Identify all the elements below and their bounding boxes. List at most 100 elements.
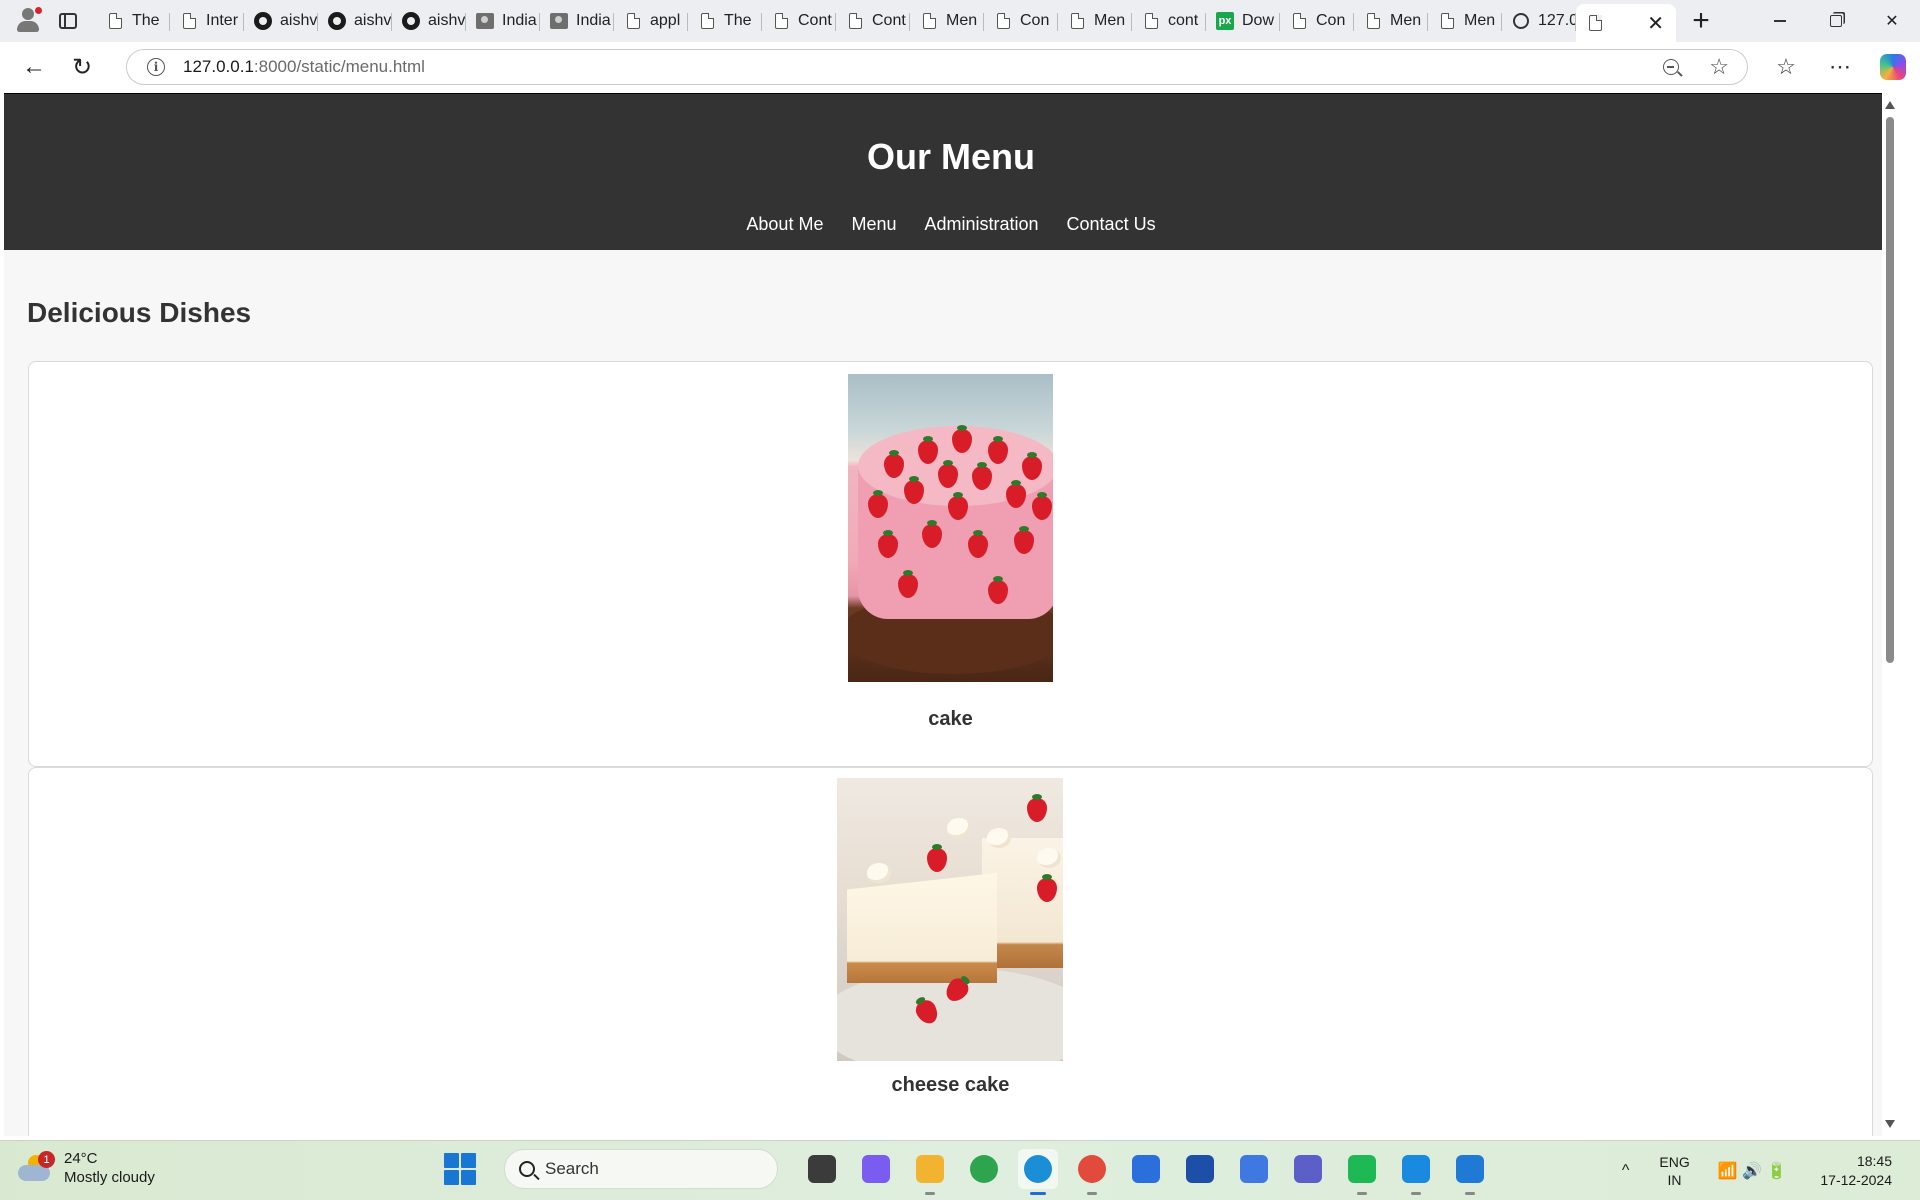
- browser-tab-active[interactable]: ✕: [1576, 4, 1676, 42]
- url-text[interactable]: 127.0.0.1:8000/static/menu.html: [183, 57, 425, 77]
- chrome-app-icon[interactable]: [1072, 1149, 1112, 1195]
- image-favicon-icon: [550, 12, 568, 30]
- spotify-app-icon[interactable]: [1342, 1149, 1382, 1195]
- doc-favicon-icon: [994, 12, 1012, 30]
- github-favicon-icon: [328, 12, 346, 30]
- restore-button[interactable]: [1808, 0, 1864, 42]
- doc-favicon-icon: [1142, 12, 1160, 30]
- tab-title: aishv: [428, 12, 466, 29]
- taskbar: 1 24°C Mostly cloudy Search ^ ENG IN 📶 🔊…: [0, 1140, 1920, 1200]
- browser-tab[interactable]: aishv: [318, 4, 392, 38]
- doc-favicon-icon: [1068, 12, 1086, 30]
- nav-link-contact-us[interactable]: Contact Us: [1067, 214, 1156, 235]
- tab-title: Men: [1464, 12, 1496, 29]
- copilot-icon[interactable]: [1880, 54, 1906, 80]
- favorites-icon[interactable]: ☆: [1772, 54, 1800, 80]
- weather-description: Mostly cloudy: [64, 1169, 155, 1186]
- page-viewport: Our Menu About Me Menu Administration Co…: [4, 93, 1898, 1136]
- close-tab-icon[interactable]: ✕: [1647, 11, 1664, 36]
- browser-tab[interactable]: The: [96, 4, 170, 38]
- tab-title: Dow: [1242, 12, 1275, 29]
- address-bar[interactable]: i 127.0.0.1:8000/static/menu.html ☆: [126, 49, 1748, 85]
- site-header: Our Menu About Me Menu Administration Co…: [4, 93, 1898, 250]
- browser-tab[interactable]: aishv: [392, 4, 466, 38]
- zoom-out-icon[interactable]: [1663, 59, 1680, 75]
- dish-name: cake: [928, 708, 973, 730]
- weather-widget[interactable]: 1 24°C Mostly cloudy: [18, 1149, 155, 1187]
- scroll-down-arrow-icon[interactable]: [1885, 1120, 1895, 1128]
- browser-tab[interactable]: Men: [1428, 4, 1502, 38]
- tab-title: Con: [1316, 12, 1346, 29]
- dish-card: cake: [28, 361, 1873, 767]
- section-heading: Delicious Dishes: [27, 297, 252, 328]
- copilot-app-icon[interactable]: [856, 1149, 896, 1189]
- network-volume-battery-icons[interactable]: 📶 🔊 🔋: [1718, 1161, 1787, 1181]
- browser-tab[interactable]: India: [466, 4, 540, 38]
- nav-link-menu[interactable]: Menu: [851, 214, 896, 235]
- tab-title: The: [132, 12, 160, 29]
- nav-link-about-me[interactable]: About Me: [746, 214, 823, 235]
- browser-tab[interactable]: 127.0: [1502, 4, 1576, 38]
- tab-title: Cont: [872, 12, 906, 29]
- browser-tab-strip: The Inter aishv aishv aishv India India appl The…: [0, 0, 1920, 42]
- doc-favicon-icon: [1364, 12, 1382, 30]
- tab-actions-menu-icon[interactable]: [40, 0, 96, 42]
- taskbar-search[interactable]: Search: [504, 1149, 778, 1189]
- linkedin-learning-app-icon[interactable]: [1180, 1149, 1220, 1189]
- show-hidden-icons-chevron-icon[interactable]: ^: [1622, 1162, 1630, 1180]
- page-scrollbar[interactable]: [1882, 93, 1898, 1136]
- back-button[interactable]: ←: [12, 49, 56, 85]
- browser-tab[interactable]: Con: [1280, 4, 1354, 38]
- doc-favicon-icon: [846, 12, 864, 30]
- site-info-icon[interactable]: i: [147, 58, 165, 76]
- doc-favicon-icon: [180, 12, 198, 30]
- browser-tab[interactable]: cont: [1132, 4, 1206, 38]
- browser-tab[interactable]: aishv: [244, 4, 318, 38]
- profile-avatar-icon[interactable]: [0, 0, 42, 42]
- reload-button[interactable]: ↻: [60, 49, 104, 85]
- browser-toolbar: ← ↻ i 127.0.0.1:8000/static/menu.html ☆ …: [0, 42, 1920, 92]
- browser-tab[interactable]: Inter: [170, 4, 244, 38]
- doc-favicon-icon: [698, 12, 716, 30]
- vscode-insiders-app-icon[interactable]: [1234, 1149, 1274, 1189]
- browser-tab[interactable]: Con: [984, 4, 1058, 38]
- edge-app-icon[interactable]: [1018, 1149, 1058, 1195]
- more-options-icon[interactable]: ⋯: [1826, 54, 1854, 80]
- cloudy-weather-icon: 1: [18, 1151, 55, 1181]
- browser-tab[interactable]: The: [688, 4, 762, 38]
- refresh-app-app-icon[interactable]: [964, 1149, 1004, 1189]
- language-indicator[interactable]: ENG IN: [1659, 1153, 1689, 1189]
- new-tab-button[interactable]: +: [1676, 0, 1726, 42]
- file-explorer-app-icon[interactable]: [910, 1149, 950, 1195]
- task-view-app-icon[interactable]: [802, 1149, 842, 1189]
- clock[interactable]: 18:45 17-12-2024: [1820, 1152, 1892, 1190]
- close-window-button[interactable]: ✕: [1864, 0, 1920, 42]
- add-favorite-star-icon[interactable]: ☆: [1709, 56, 1729, 78]
- browser-tab[interactable]: Men: [910, 4, 984, 38]
- tab-title: Men: [1094, 12, 1126, 29]
- scroll-up-arrow-icon[interactable]: [1885, 101, 1895, 109]
- browser-tab[interactable]: Men: [1058, 4, 1132, 38]
- notepad-app-icon[interactable]: [1450, 1149, 1490, 1195]
- tab-title: India: [576, 12, 611, 29]
- browser-tab[interactable]: Men: [1354, 4, 1428, 38]
- scroll-thumb[interactable]: [1886, 117, 1894, 663]
- browser-tab[interactable]: px Dow: [1206, 4, 1280, 38]
- cheese-cake-image: [837, 778, 1063, 1061]
- store-app-icon[interactable]: [1126, 1149, 1166, 1189]
- browser-tab[interactable]: Cont: [836, 4, 910, 38]
- dish-name: cheese cake: [891, 1074, 1010, 1096]
- nav-link-administration[interactable]: Administration: [924, 214, 1038, 235]
- teams-app-icon[interactable]: [1288, 1149, 1328, 1189]
- browser-tab[interactable]: Cont: [762, 4, 836, 38]
- windows-start-icon[interactable]: [444, 1153, 476, 1185]
- doc-favicon-icon: [1438, 12, 1456, 30]
- browser-tab[interactable]: India: [540, 4, 614, 38]
- minimize-button[interactable]: [1752, 0, 1808, 42]
- cake-image: [848, 374, 1053, 682]
- tab-title: Men: [1390, 12, 1422, 29]
- vscode-app-icon[interactable]: [1396, 1149, 1436, 1195]
- tab-title: aishv: [280, 12, 318, 29]
- browser-tab[interactable]: appl: [614, 4, 688, 38]
- tab-title: cont: [1168, 12, 1199, 29]
